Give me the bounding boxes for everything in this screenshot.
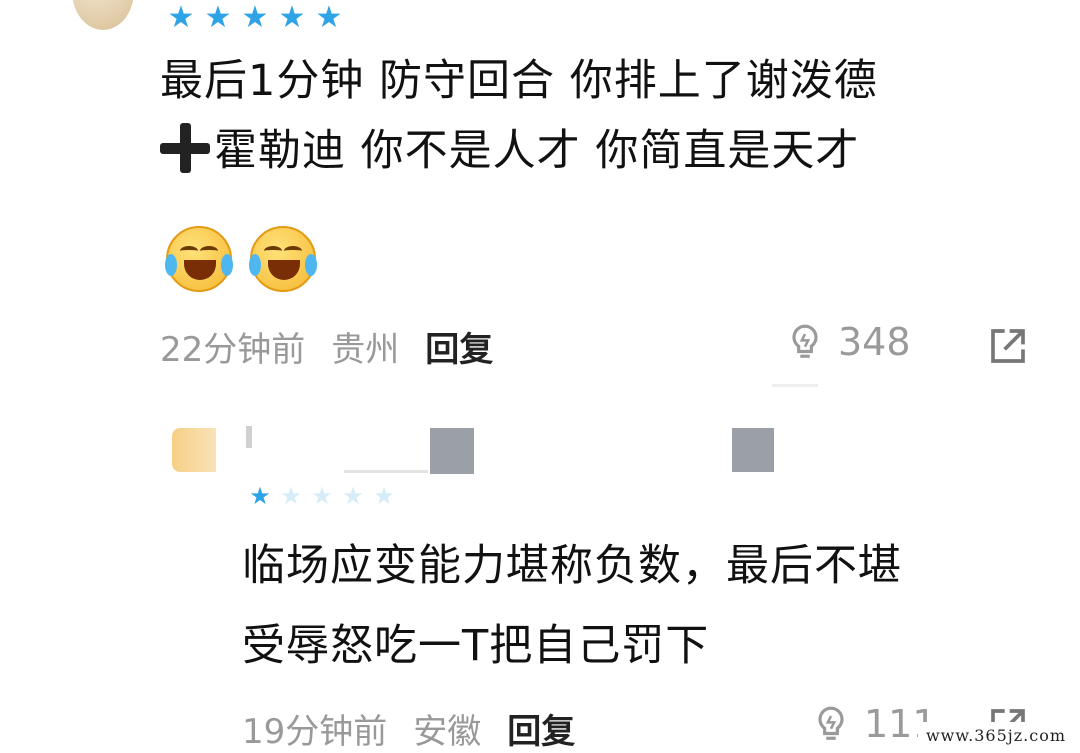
like-count: 348 (838, 320, 911, 364)
lightbulb-icon (818, 706, 844, 740)
like-button[interactable]: 348 (786, 320, 911, 364)
comment-meta: 22分钟前 贵州 回复 (160, 322, 493, 371)
star-icon: ★ (342, 482, 364, 510)
username-blur (246, 426, 252, 448)
comment-meta: 19分钟前 安徽 回复 (242, 704, 575, 753)
comment-time: 22分钟前 (160, 330, 306, 370)
comment-text: 临场应变能力堪称负数，最后不堪 受辱怒吃一T把自己罚下 (242, 526, 1062, 686)
star-icon: ★ (278, 0, 306, 35)
rating-stars: ★ ★ ★ ★ ★ (248, 484, 396, 508)
avatar[interactable] (172, 428, 216, 472)
reply-button[interactable]: 回复 (425, 322, 493, 371)
comment-line: 临场应变能力堪称负数，最后不堪 (242, 541, 902, 591)
username-blur (732, 428, 774, 472)
plus-emoji-icon (160, 123, 210, 173)
star-icon: ★ (315, 0, 343, 35)
comment-line: 受辱怒吃一T把自己罚下 (242, 621, 710, 671)
star-icon: ★ (167, 0, 195, 35)
watermark: www.365jz.com (917, 722, 1074, 749)
comment-time: 19分钟前 (242, 712, 388, 752)
avatar[interactable] (72, 0, 134, 30)
username-blur (344, 470, 428, 473)
star-icon: ★ (280, 482, 302, 510)
comment-line: 最后1分钟 防守回合 你排上了谢泼德 (160, 56, 878, 106)
lightbulb-icon (792, 324, 818, 358)
laughing-crying-face-icon (249, 226, 317, 292)
comment-line: 霍勒迪 你不是人才 你简直是天才 (160, 116, 1040, 186)
emoji-row (165, 226, 317, 292)
laughing-crying-face-icon (165, 226, 233, 292)
rating-stars: ★ ★ ★ ★ ★ (166, 3, 344, 33)
star-icon: ★ (241, 0, 269, 35)
divider (772, 384, 818, 387)
star-icon: ★ (204, 0, 232, 35)
reply-button[interactable]: 回复 (507, 704, 575, 753)
comment-location: 安徽 (413, 712, 482, 752)
star-icon: ★ (311, 482, 333, 510)
comment-location: 贵州 (331, 330, 400, 370)
comment-text: 最后1分钟 防守回合 你排上了谢泼德 霍勒迪 你不是人才 你简直是天才 (160, 46, 1040, 186)
username-blur (430, 428, 474, 474)
star-icon: ★ (373, 482, 395, 510)
star-icon: ★ (249, 482, 271, 510)
share-icon[interactable] (988, 326, 1028, 366)
